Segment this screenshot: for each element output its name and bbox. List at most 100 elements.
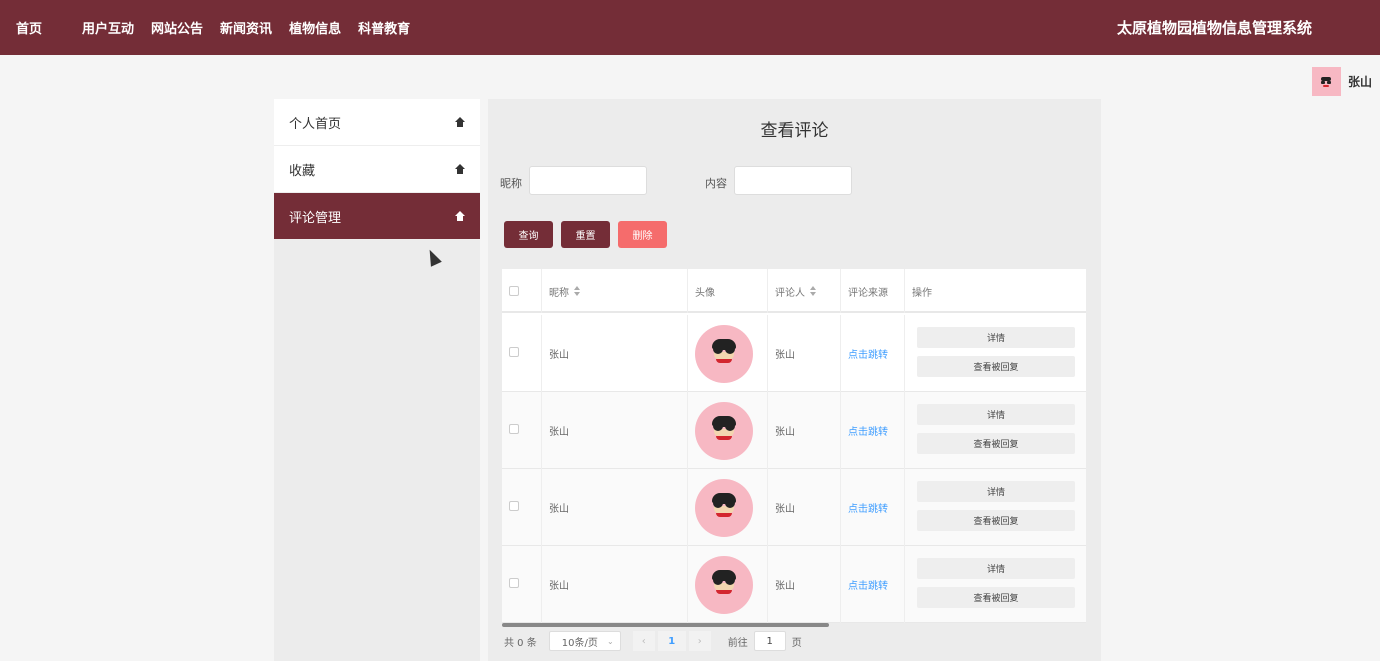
actions-cell: 详情 查看被回复 xyxy=(905,392,1086,469)
table-header: 昵称 头像 评论人 评论来源 操作 xyxy=(502,269,1086,313)
detail-button[interactable]: 详情 xyxy=(917,558,1075,579)
header-label: 昵称 xyxy=(549,287,569,299)
content-input[interactable] xyxy=(734,166,852,195)
detail-button[interactable]: 详情 xyxy=(917,404,1075,425)
chevron-left-icon: ‹ xyxy=(641,635,646,647)
top-nav-bar: 首页 用户互动 网站公告 新闻资讯 植物信息 科普教育 太原植物园植物信息管理系… xyxy=(0,0,1380,55)
nav-item-home[interactable]: 首页 xyxy=(0,18,42,37)
row-select-cell xyxy=(502,546,542,623)
nickname-cell: 张山 xyxy=(542,392,688,469)
commenter-cell: 张山 xyxy=(768,315,841,392)
table-row: 张山 张山 点击跳转 详情 查看被回复 xyxy=(502,392,1086,469)
home-icon xyxy=(455,164,465,174)
site-title: 太原植物园植物信息管理系统 xyxy=(1116,19,1312,37)
actions-cell: 详情 查看被回复 xyxy=(905,469,1086,546)
nav-item-science-education[interactable]: 科普教育 xyxy=(341,18,410,37)
row-checkbox[interactable] xyxy=(509,347,519,357)
row-checkbox[interactable] xyxy=(509,578,519,588)
detail-button[interactable]: 详情 xyxy=(917,327,1075,348)
next-page-button[interactable]: › xyxy=(688,631,711,651)
avatar-cell xyxy=(688,546,768,623)
chevron-right-icon: › xyxy=(697,635,702,647)
delete-button[interactable]: 删除 xyxy=(618,221,667,248)
header-select-cell xyxy=(502,269,542,313)
avatar-cell xyxy=(688,392,768,469)
sidebar-item-personal-home[interactable]: 个人首页 xyxy=(274,99,480,146)
row-checkbox[interactable] xyxy=(509,424,519,434)
source-link[interactable]: 点击跳转 xyxy=(841,392,905,469)
nav-item-plant-info[interactable]: 植物信息 xyxy=(272,18,341,37)
view-replies-button[interactable]: 查看被回复 xyxy=(917,587,1075,608)
nickname-label: 昵称 xyxy=(500,177,522,190)
table-row: 张山 张山 点击跳转 详情 查看被回复 xyxy=(502,469,1086,546)
sidebar: 个人首页 收藏 评论管理 xyxy=(274,99,480,661)
view-replies-button[interactable]: 查看被回复 xyxy=(917,433,1075,454)
sidebar-item-comment-management[interactable]: 评论管理 xyxy=(274,193,480,240)
row-select-cell xyxy=(502,392,542,469)
commenter-cell: 张山 xyxy=(768,392,841,469)
user-avatar-icon xyxy=(1321,76,1332,87)
avatar-cell xyxy=(688,315,768,392)
page-number-current[interactable]: 1 xyxy=(657,631,686,651)
avatar-image xyxy=(695,401,753,460)
chevron-down-icon: ⌄ xyxy=(607,636,614,646)
header-label: 评论来源 xyxy=(848,287,888,299)
nav-item-news[interactable]: 新闻资讯 xyxy=(203,18,272,37)
table-row: 张山 张山 点击跳转 详情 查看被回复 xyxy=(502,546,1086,623)
avatar-image xyxy=(695,478,753,537)
sort-icon[interactable] xyxy=(810,286,816,296)
header-commenter[interactable]: 评论人 xyxy=(768,269,841,313)
home-icon xyxy=(455,117,465,127)
sort-icon[interactable] xyxy=(574,286,580,296)
comments-table: 昵称 头像 评论人 评论来源 操作 张山 张山 点击跳转 详情 查看被回复 张山… xyxy=(502,269,1086,623)
main-panel: 查看评论 昵称 内容 查询 重置 删除 昵称 头像 评论人 评论来源 操作 张山… xyxy=(488,99,1101,661)
query-button[interactable]: 查询 xyxy=(504,221,553,248)
avatar-cell xyxy=(688,469,768,546)
goto-page-input[interactable]: 1 xyxy=(753,631,786,651)
nickname-cell: 张山 xyxy=(542,546,688,623)
main-nav: 首页 用户互动 网站公告 新闻资讯 植物信息 科普教育 xyxy=(0,0,410,55)
source-link[interactable]: 点击跳转 xyxy=(841,469,905,546)
sidebar-item-favorites[interactable]: 收藏 xyxy=(274,146,480,193)
detail-button[interactable]: 详情 xyxy=(917,481,1075,502)
header-label: 评论人 xyxy=(775,287,805,299)
table-horizontal-scrollbar[interactable] xyxy=(502,623,829,627)
nav-item-user-interaction[interactable]: 用户互动 xyxy=(59,18,134,37)
nickname-cell: 张山 xyxy=(542,315,688,392)
actions-cell: 详情 查看被回复 xyxy=(905,315,1086,392)
header-avatar: 头像 xyxy=(688,269,768,313)
view-replies-button[interactable]: 查看被回复 xyxy=(917,356,1075,377)
source-link[interactable]: 点击跳转 xyxy=(841,315,905,392)
user-name: 张山 xyxy=(1347,75,1372,89)
header-actions: 操作 xyxy=(905,269,1086,313)
page-size-select[interactable]: 10条/页 ⌄ xyxy=(548,631,621,651)
nickname-input[interactable] xyxy=(529,166,647,195)
row-checkbox[interactable] xyxy=(509,501,519,511)
avatar xyxy=(1311,67,1341,96)
select-all-checkbox[interactable] xyxy=(509,286,519,296)
goto-label: 前往 xyxy=(727,637,748,649)
nickname-cell: 张山 xyxy=(542,469,688,546)
source-link[interactable]: 点击跳转 xyxy=(841,546,905,623)
reset-button[interactable]: 重置 xyxy=(561,221,610,248)
content-label: 内容 xyxy=(705,177,727,190)
page-title: 查看评论 xyxy=(760,121,829,141)
home-icon xyxy=(455,211,465,221)
avatar-image xyxy=(695,555,753,614)
header-label: 操作 xyxy=(912,287,932,299)
sidebar-item-label: 评论管理 xyxy=(289,210,342,226)
commenter-cell: 张山 xyxy=(768,469,841,546)
page-size-value: 10条/页 xyxy=(561,637,598,649)
user-menu[interactable]: 张山 xyxy=(1311,67,1372,96)
avatar-image xyxy=(695,324,753,383)
prev-page-button[interactable]: ‹ xyxy=(632,631,655,651)
header-nickname[interactable]: 昵称 xyxy=(542,269,688,313)
sidebar-item-label: 收藏 xyxy=(289,163,316,179)
total-count: 共 0 条 xyxy=(504,637,537,649)
page-suffix: 页 xyxy=(791,637,802,649)
actions-cell: 详情 查看被回复 xyxy=(905,546,1086,623)
header-label: 头像 xyxy=(695,287,715,299)
view-replies-button[interactable]: 查看被回复 xyxy=(917,510,1075,531)
row-select-cell xyxy=(502,469,542,546)
nav-item-announcements[interactable]: 网站公告 xyxy=(134,18,203,37)
